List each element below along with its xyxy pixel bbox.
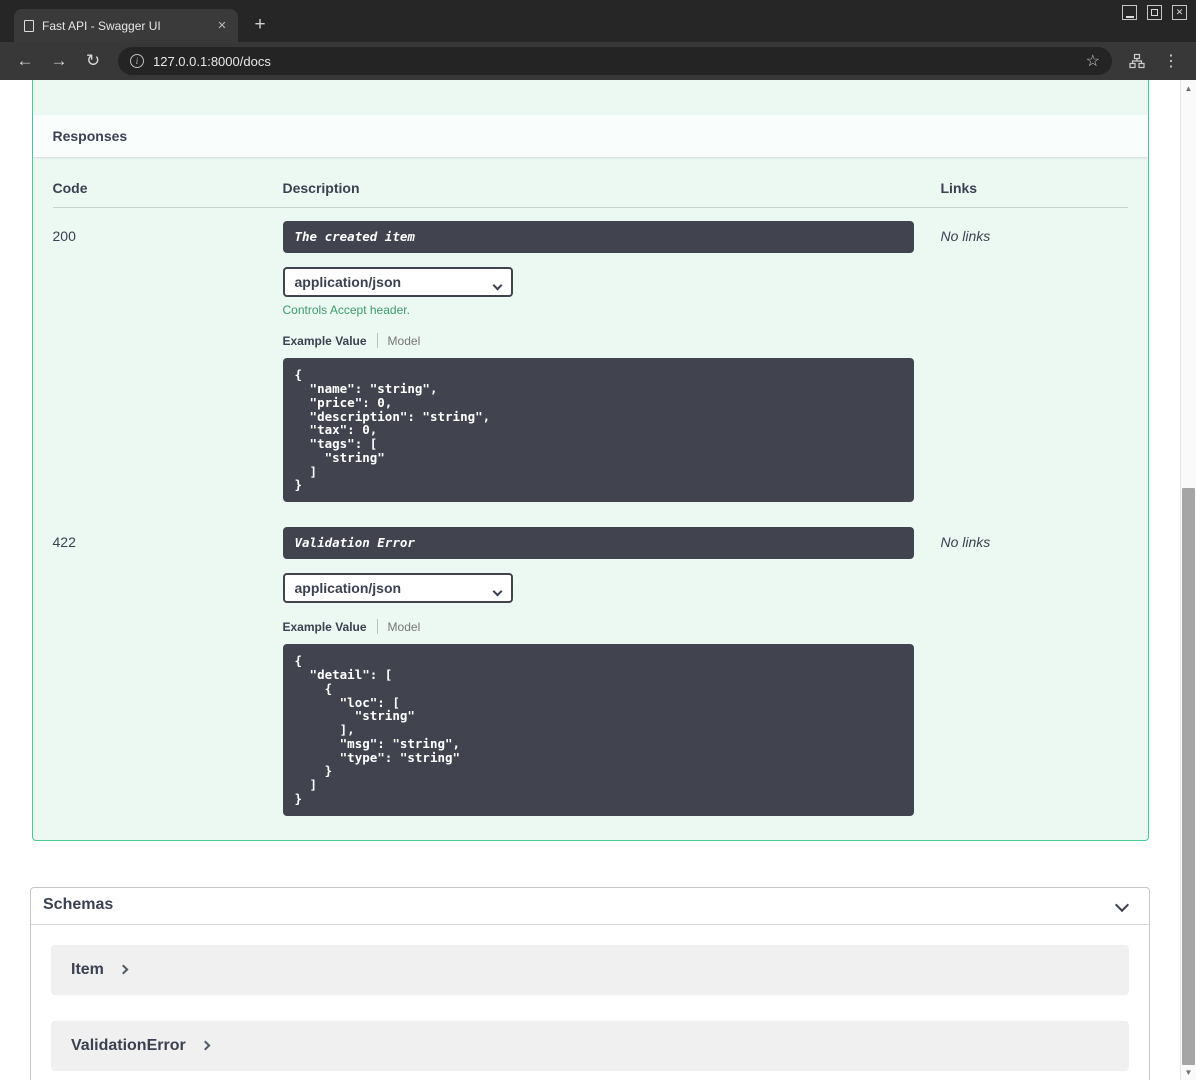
response-row-200: 200 The created item application/json Co… (53, 208, 1128, 514)
new-tab-button[interactable]: + (246, 11, 274, 39)
site-info-icon[interactable]: i (130, 54, 144, 68)
col-header-description: Description (282, 180, 360, 196)
accept-header-hint: Controls Accept header. (282, 303, 410, 318)
page-favicon-icon (24, 19, 34, 32)
schemas-title: Schemas (43, 895, 114, 913)
schemas-header[interactable]: Schemas (31, 888, 1149, 925)
response-row-422: 422 Validation Error application/json Ex… (53, 514, 1128, 828)
response-description: The created item (282, 221, 914, 254)
browser-window: Fast API - Swagger UI ✕ + ✕ ← → ↻ i 127.… (0, 0, 1196, 1080)
tab-divider (376, 333, 378, 349)
scroll-down-arrow-icon[interactable]: ▼ (1181, 1065, 1196, 1079)
page-viewport: Responses Code Description Links 200 The… (0, 80, 1196, 1080)
model-name: ValidationError (71, 1036, 186, 1054)
col-header-links: Links (940, 180, 978, 196)
back-button[interactable]: ← (10, 46, 40, 76)
media-type-select[interactable]: application/json (282, 267, 513, 298)
model-name: Item (71, 960, 104, 978)
minimize-icon (1125, 15, 1134, 18)
response-links: No links (940, 534, 991, 550)
reload-button[interactable]: ↻ (78, 46, 108, 76)
browser-toolbar: ← → ↻ i 127.0.0.1:8000/docs ☆ ⋮ (0, 42, 1196, 80)
model-validationerror[interactable]: ValidationError (51, 1020, 1129, 1071)
example-tabs: Example Value Model (283, 619, 941, 635)
scroll-up-arrow-icon[interactable]: ▲ (1181, 81, 1196, 95)
response-description-cell: The created item application/json Contro… (282, 221, 941, 502)
opblock-responses-section: Responses Code Description Links 200 The… (31, 80, 1149, 841)
media-type-select[interactable]: application/json (282, 573, 513, 604)
extensions-icon[interactable] (1122, 46, 1152, 76)
address-bar[interactable]: i 127.0.0.1:8000/docs ☆ (118, 47, 1112, 75)
response-code: 422 (52, 534, 76, 550)
scrollbar[interactable]: ▲ ▼ (1180, 80, 1196, 1080)
responses-table: Code Description Links 200 The created i… (33, 157, 1148, 840)
chevron-right-icon (200, 1040, 211, 1051)
tab-example-value[interactable]: Example Value (283, 620, 367, 634)
col-header-code: Code (52, 180, 88, 196)
chevron-down-icon[interactable] (1114, 897, 1130, 912)
tab-close-icon[interactable]: ✕ (214, 18, 230, 34)
tab-title: Fast API - Swagger UI (42, 18, 161, 33)
response-code: 200 (52, 228, 76, 244)
tab-model[interactable]: Model (388, 620, 421, 634)
schemas-section: Schemas Item ValidationError (30, 886, 1150, 1080)
forward-button[interactable]: → (44, 46, 74, 76)
window-close-button[interactable]: ✕ (1172, 5, 1187, 20)
media-type-control: application/json (282, 267, 513, 298)
models-list: Item ValidationError (31, 925, 1149, 1080)
tab-example-value[interactable]: Example Value (283, 334, 367, 348)
response-description: Validation Error (282, 527, 914, 560)
response-example-json: { "name": "string", "price": 0, "descrip… (282, 358, 914, 502)
media-type-control: application/json (282, 573, 513, 604)
maximize-icon (1151, 9, 1158, 16)
responses-title: Responses (52, 128, 128, 144)
window-maximize-button[interactable] (1147, 5, 1162, 20)
tab-strip: Fast API - Swagger UI ✕ + ✕ (0, 0, 1196, 42)
site-tree-icon (1129, 53, 1145, 69)
response-example-json: { "detail": [ { "loc": [ "string" ], "ms… (282, 644, 914, 816)
response-description-cell: Validation Error application/json Exampl… (282, 527, 941, 816)
chevron-right-icon (118, 964, 129, 975)
response-links: No links (940, 228, 991, 244)
responses-header: Responses (32, 115, 1148, 157)
kebab-menu-icon[interactable]: ⋮ (1156, 46, 1186, 76)
tab-divider (376, 619, 378, 635)
tab-model[interactable]: Model (388, 334, 421, 348)
scrollbar-thumb[interactable] (1182, 488, 1195, 1065)
opblock-body-space (33, 80, 1148, 115)
swagger-page: Responses Code Description Links 200 The… (0, 80, 1180, 1080)
browser-tab[interactable]: Fast API - Swagger UI ✕ (14, 9, 238, 42)
url-text: 127.0.0.1:8000/docs (153, 53, 271, 69)
bookmark-star-icon[interactable]: ☆ (1086, 51, 1100, 71)
window-minimize-button[interactable] (1122, 5, 1137, 20)
responses-table-head: Code Description Links (52, 165, 1128, 208)
model-item[interactable]: Item (51, 944, 1129, 995)
example-tabs: Example Value Model (283, 333, 941, 349)
window-controls: ✕ (1122, 5, 1187, 20)
